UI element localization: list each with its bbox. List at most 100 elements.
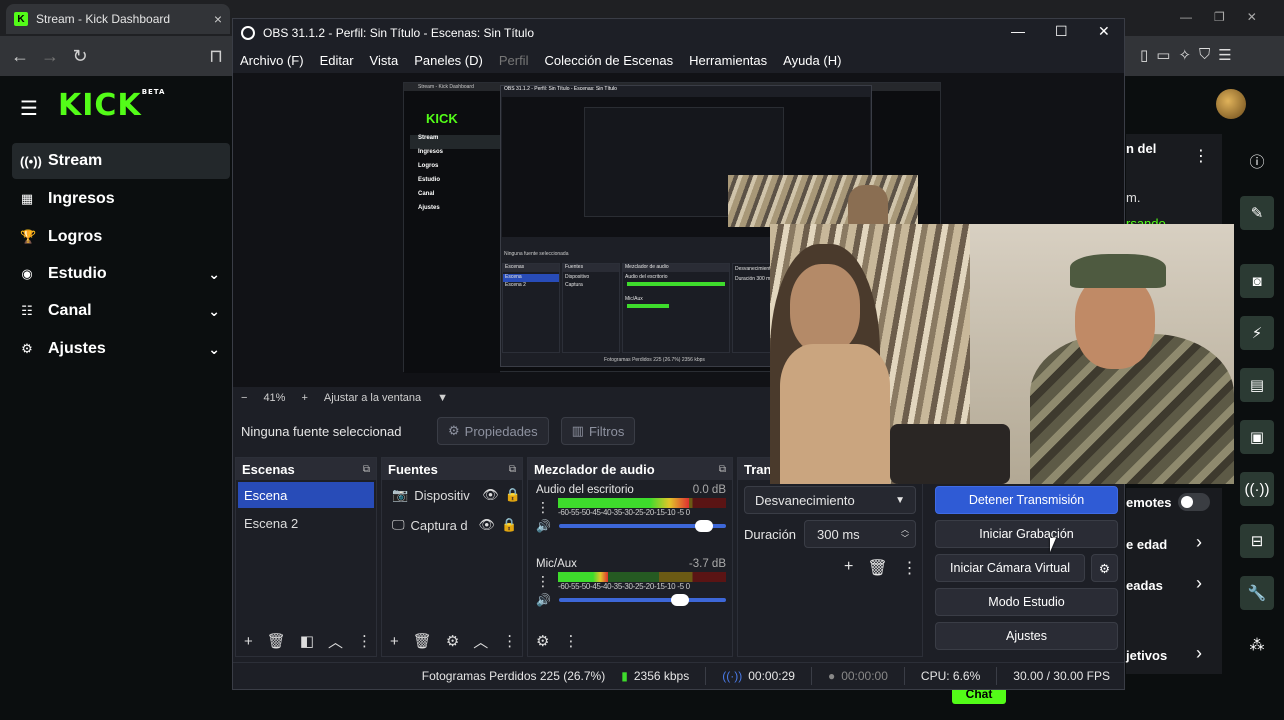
start-recording-button[interactable]: Iniciar Grabación	[935, 520, 1118, 548]
menu-item-1[interactable]: Editar	[320, 53, 354, 68]
tab-close-icon[interactable]: ×	[214, 11, 222, 27]
visibility-icon[interactable]: 👁	[479, 517, 496, 533]
zoom-out-icon[interactable]: −	[241, 392, 247, 404]
menu-item-6[interactable]: Herramientas	[689, 53, 767, 68]
spinner-icon[interactable]: ︿ ﹀	[901, 525, 909, 543]
kick-logo[interactable]: KICKBETA	[58, 88, 165, 123]
transition-more-icon[interactable]: ⋮	[902, 558, 918, 578]
remove-scene-icon[interactable]: 🗑	[267, 632, 286, 650]
mouse-cursor	[1050, 538, 1056, 552]
stop-streaming-button[interactable]: Detener Transmisión	[935, 486, 1118, 514]
kick-favicon-icon: K	[14, 12, 28, 26]
back-icon[interactable]: ←	[6, 46, 34, 67]
menu-icon[interactable]: ☰	[1218, 46, 1231, 64]
sidebar-item-ajustes[interactable]: ⚙ Ajustes ⌄	[12, 331, 230, 367]
reload-icon[interactable]: ↻	[66, 46, 94, 67]
scene-item-1[interactable]: Escena	[238, 482, 374, 508]
scene-item-2[interactable]: Escena 2	[238, 510, 374, 536]
settings-button[interactable]: Ajustes	[935, 622, 1118, 650]
channel-more-icon[interactable]: ⋮	[536, 499, 550, 516]
transition-select[interactable]: Desvanecimiento ▼	[744, 486, 916, 514]
volume-slider[interactable]	[558, 594, 726, 606]
mixer-popout-icon[interactable]: ⧉	[719, 464, 726, 475]
properties-button[interactable]: ⚙ Propiedades	[437, 417, 549, 445]
sidebar-item-logros[interactable]: 🏆 Logros	[12, 219, 230, 255]
sidebar-item-estudio[interactable]: ◉ Estudio ⌄	[12, 256, 230, 292]
sparkle-icon[interactable]: ✧	[1178, 46, 1191, 64]
channel-more-icon[interactable]: ⋮	[536, 573, 550, 590]
bookmark-icon[interactable]: ⊓	[202, 46, 230, 67]
minimize-icon[interactable]: —	[1180, 10, 1192, 24]
scenes-popout-icon[interactable]: ⧉	[363, 464, 370, 475]
broadcast-icon[interactable]: ((·))	[1240, 472, 1274, 506]
studio-mode-button[interactable]: Modo Estudio	[935, 588, 1118, 616]
zoom-fit[interactable]: Ajustar a la ventana	[324, 392, 421, 404]
menu-item-2[interactable]: Vista	[370, 53, 399, 68]
sources-popout-icon[interactable]: ⧉	[509, 464, 516, 475]
restore-icon[interactable]: ❐	[1214, 10, 1225, 24]
wrench-icon[interactable]: 🔧	[1240, 576, 1274, 610]
nested-sidebar-item: Logros	[418, 163, 439, 169]
zoom-dropdown-icon[interactable]: ▼	[437, 392, 448, 404]
add-source-icon[interactable]: +	[390, 633, 399, 650]
source-up-icon[interactable]: ︿	[473, 631, 488, 652]
mixer-advanced-icon[interactable]: ⚙	[536, 632, 549, 650]
panel-more-icon[interactable]: ⋮	[1193, 146, 1209, 166]
start-virtual-camera-button[interactable]: Iniciar Cámara Virtual	[935, 554, 1085, 582]
menu-item-3[interactable]: Paneles (D)	[414, 53, 483, 68]
menu-item-4[interactable]: Perfil	[499, 53, 529, 68]
virtual-camera-settings-icon[interactable]: ⚙	[1091, 554, 1118, 582]
duration-spinbox[interactable]: 300 ms ︿ ﹀	[804, 520, 916, 548]
shield-icon[interactable]: ⛉	[1199, 46, 1210, 64]
browser-tab-kick[interactable]: K Stream - Kick Dashboard ×	[6, 4, 230, 34]
close-window-icon[interactable]: ✕	[1247, 10, 1257, 24]
remove-transition-icon[interactable]: 🗑	[867, 558, 887, 578]
speaker-icon[interactable]: 🔊	[536, 593, 551, 607]
info-icon[interactable]: ⓘ	[1240, 144, 1274, 178]
layout-icon[interactable]: ⊟	[1240, 524, 1274, 558]
source-settings-icon[interactable]: ⚙	[446, 632, 459, 650]
source-item-1[interactable]: 📷 Dispositiv 👁 🔒	[382, 480, 522, 510]
sidebar-item-canal[interactable]: ☷ Canal ⌄	[12, 293, 230, 329]
scene-more-icon[interactable]: ⋮	[357, 632, 372, 650]
wallet-icon[interactable]: ▭	[1156, 46, 1170, 64]
add-transition-icon[interactable]: +	[844, 558, 853, 578]
avatar[interactable]	[1216, 89, 1246, 119]
lock-icon[interactable]: 🔒	[501, 517, 517, 533]
notes-icon[interactable]: ▤	[1240, 368, 1274, 402]
sidebar-toggle-icon[interactable]: ▯	[1140, 46, 1148, 64]
menu-item-5[interactable]: Colección de Escenas	[544, 53, 673, 68]
visibility-icon[interactable]: 👁	[482, 487, 499, 503]
obs-maximize-icon[interactable]: ☐	[1055, 23, 1068, 40]
lock-icon[interactable]: 🔒	[505, 487, 521, 503]
sidebar-item-stream[interactable]: ((•)) Stream	[12, 143, 230, 179]
tab-title: Stream - Kick Dashboard	[36, 12, 171, 26]
adas-chevron-icon[interactable]: ›	[1196, 573, 1202, 594]
obs-minimize-icon[interactable]: —	[1011, 23, 1025, 39]
remotes-toggle[interactable]	[1178, 493, 1210, 511]
add-scene-icon[interactable]: +	[244, 633, 253, 650]
remove-source-icon[interactable]: 🗑	[413, 632, 432, 650]
obs-close-icon[interactable]: ✕	[1098, 23, 1110, 40]
forward-icon[interactable]: →	[36, 46, 64, 67]
source-more-icon[interactable]: ⋮	[502, 632, 517, 650]
volume-slider[interactable]	[558, 520, 726, 532]
chat-icon[interactable]: ▣	[1240, 420, 1274, 454]
filters-button[interactable]: ▥ Filtros	[560, 417, 636, 445]
apps-icon[interactable]: ⁂	[1240, 628, 1274, 662]
source-item-2[interactable]: 🖵 Captura d 👁 🔒	[382, 510, 522, 540]
age-chevron-icon[interactable]: ›	[1196, 532, 1202, 553]
scene-up-icon[interactable]: ︿	[328, 631, 343, 652]
speaker-icon[interactable]: 🔊	[536, 519, 551, 533]
edit-icon[interactable]: ✎	[1240, 196, 1274, 230]
camera-icon[interactable]: ◙	[1240, 264, 1274, 298]
menu-item-0[interactable]: Archivo (F)	[240, 53, 304, 68]
hamburger-icon[interactable]: ☰	[20, 96, 38, 121]
lightning-icon[interactable]: ⚡	[1240, 316, 1274, 350]
goals-chevron-icon[interactable]: ›	[1196, 643, 1202, 664]
mixer-more-icon[interactable]: ⋮	[563, 632, 578, 650]
zoom-in-icon[interactable]: +	[301, 392, 307, 404]
scene-filter-icon[interactable]: ◧	[300, 632, 314, 650]
menu-item-7[interactable]: Ayuda (H)	[783, 53, 841, 68]
sidebar-item-ingresos[interactable]: ▦ Ingresos	[12, 181, 230, 217]
